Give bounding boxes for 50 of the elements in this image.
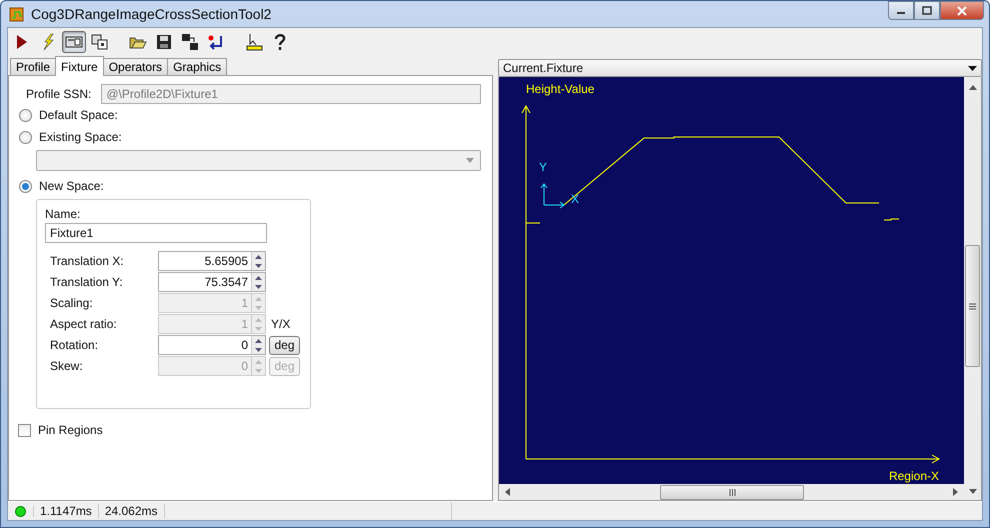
field-label: Scaling:: [50, 296, 94, 310]
maximize-button[interactable]: [914, 1, 940, 20]
caret-icon: [968, 66, 977, 70]
timing-text: 24.062ms: [98, 504, 165, 518]
tab[interactable]: Graphics: [167, 58, 228, 75]
vertical-scrollbar[interactable]: [964, 77, 981, 500]
close-icon: [956, 6, 968, 16]
axis-label: Y: [539, 160, 548, 174]
minimize-button[interactable]: [888, 1, 914, 20]
number-spinner[interactable]: 0: [158, 335, 266, 355]
grip-icon: [728, 488, 736, 496]
name-field[interactable]: Fixture1: [45, 223, 267, 243]
scroll-left-icon: [505, 488, 510, 496]
field-label: Name:: [45, 207, 82, 221]
horizontal-scrollbar[interactable]: [499, 484, 964, 500]
fixture-axes-drawing: [540, 183, 565, 208]
caret-icon: [466, 158, 474, 163]
unit-button[interactable]: deg: [269, 336, 300, 354]
number-spinner[interactable]: 75.3547: [158, 272, 266, 292]
field-label: Profile SSN:: [26, 87, 92, 101]
panel-icon[interactable]: [62, 30, 86, 52]
field-label: Aspect ratio:: [50, 317, 118, 331]
tab[interactable]: Fixture: [55, 56, 104, 76]
number-spinner[interactable]: 5.65905: [158, 251, 266, 271]
tab[interactable]: Profile: [10, 58, 56, 75]
pin-regions-checkbox[interactable]: Pin Regions: [18, 423, 103, 437]
tab[interactable]: Operators: [102, 58, 168, 75]
status-indicator-icon: [15, 506, 26, 516]
window-title: Cog3DRangeImageCrossSectionTool2: [31, 6, 272, 22]
axis-label: X: [571, 192, 580, 206]
profile-ssn-field[interactable]: @\Profile2D\Fixture1: [101, 84, 482, 104]
field-label: Rotation:: [50, 338, 100, 352]
timing-text: 1.1147ms: [34, 504, 99, 518]
radio-button[interactable]: Existing Space:: [19, 126, 122, 148]
radio-button[interactable]: New Space:: [19, 175, 104, 197]
field-label: Translation Y:: [50, 275, 124, 289]
app-icon: [9, 6, 25, 22]
unit-label: Y/X: [271, 317, 290, 331]
view-selector-dropdown[interactable]: Current.Fixture: [498, 59, 982, 77]
maximize-icon: [922, 6, 932, 15]
grip-icon: [969, 302, 976, 310]
axis-label: Height-Value: [526, 82, 594, 96]
field-label: Translation X:: [50, 254, 125, 268]
scroll-right-icon: [953, 488, 958, 496]
radio-button[interactable]: Default Space:: [19, 104, 118, 126]
scroll-down-icon: [968, 489, 976, 494]
field-label: Skew:: [50, 359, 84, 373]
axis-label: Region-X: [888, 469, 939, 483]
scroll-up-icon: [968, 85, 976, 90]
close-button[interactable]: [940, 1, 984, 20]
